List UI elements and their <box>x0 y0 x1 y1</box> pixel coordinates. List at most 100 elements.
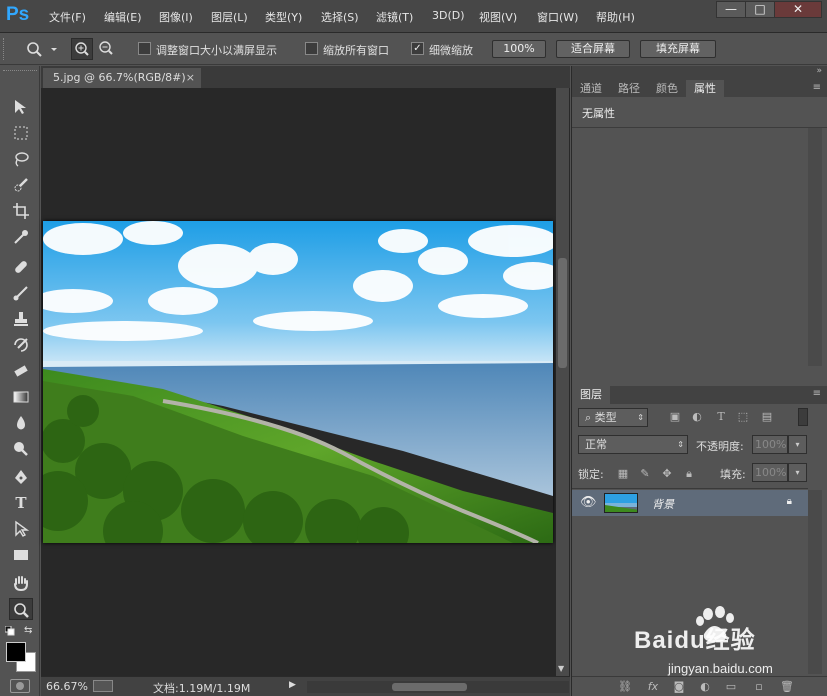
filter-smart-object-icon[interactable]: ▤ <box>760 410 774 424</box>
new-group-icon[interactable]: ▭ <box>724 680 738 694</box>
filter-adjustment-icon[interactable]: ◐ <box>690 410 704 424</box>
layer-row[interactable]: 👁︎ 背景 🔒︎ <box>572 490 808 516</box>
menu-window[interactable]: 窗口(W) <box>537 9 578 25</box>
zoom-tool-icon[interactable] <box>9 598 33 620</box>
fit-screen-button[interactable]: 适合屏幕 <box>556 40 630 58</box>
eraser-tool-icon[interactable] <box>9 360 33 382</box>
blur-tool-icon[interactable] <box>9 412 33 434</box>
document-tab[interactable]: 5.jpg @ 66.7%(RGB/8#) × <box>43 68 201 88</box>
new-layer-icon[interactable]: ▫ <box>752 680 766 694</box>
healing-brush-tool-icon[interactable] <box>9 256 33 278</box>
scroll-down-icon[interactable]: ▼ <box>558 664 568 674</box>
tab-properties[interactable]: 属性 <box>686 80 724 97</box>
close-button[interactable]: ✕ <box>774 1 822 18</box>
pen-tool-icon[interactable] <box>9 466 33 488</box>
minimize-button[interactable]: — <box>716 1 746 18</box>
menu-image[interactable]: 图像(I) <box>159 9 193 25</box>
zoom-in-button[interactable] <box>71 38 93 60</box>
properties-scrollbar[interactable] <box>808 128 822 366</box>
type-tool-icon[interactable]: T <box>9 492 33 514</box>
menu-view[interactable]: 视图(V) <box>479 9 517 25</box>
layer-style-icon[interactable]: fx <box>646 680 660 694</box>
vertical-scrollbar-thumb[interactable] <box>558 258 567 368</box>
fill-dropdown-icon[interactable]: ▾ <box>788 463 807 482</box>
vertical-scrollbar[interactable] <box>556 88 569 676</box>
filter-shape-icon[interactable]: ⬚ <box>736 410 750 424</box>
properties-menu-icon[interactable]: ≡ <box>813 82 821 93</box>
visibility-eye-icon[interactable]: 👁︎ <box>580 495 597 510</box>
fill-input[interactable]: 100% <box>752 463 788 482</box>
crop-tool-icon[interactable] <box>9 200 33 222</box>
lock-position-icon[interactable]: ✥ <box>660 467 674 481</box>
quick-mask-icon[interactable] <box>10 679 30 693</box>
horizontal-scrollbar-thumb[interactable] <box>392 683 467 691</box>
layer-filter-kind-select[interactable]: ⌕ 类型 ⇕ <box>578 408 648 427</box>
eyedropper-tool-icon[interactable] <box>9 226 33 248</box>
history-brush-tool-icon[interactable] <box>9 334 33 356</box>
clone-stamp-tool-icon[interactable] <box>9 308 33 330</box>
document-tab-title: 5.jpg @ 66.7%(RGB/8#) <box>53 71 186 84</box>
zoom-level[interactable]: 66.67% <box>46 680 88 693</box>
collapse-panels-icon[interactable]: » <box>816 66 822 76</box>
menu-help[interactable]: 帮助(H) <box>596 9 635 25</box>
fill-screen-button[interactable]: 填充屏幕 <box>640 40 716 58</box>
filter-type-icon[interactable]: T <box>714 410 728 424</box>
blend-mode-select[interactable]: 正常 ⇕ <box>578 435 688 454</box>
filter-pixel-icon[interactable]: ▣ <box>668 410 682 424</box>
new-adjustment-layer-icon[interactable]: ◐ <box>698 680 712 694</box>
layer-mask-icon[interactable]: ◙ <box>672 680 686 694</box>
move-tool-icon[interactable] <box>9 96 33 118</box>
search-icon: ⌕ <box>585 411 592 424</box>
link-layers-icon[interactable]: ⛓︎ <box>618 680 632 694</box>
lock-all-icon[interactable]: 🔒︎ <box>682 467 696 481</box>
foreground-color-swatch[interactable] <box>6 642 26 662</box>
horizontal-scrollbar[interactable] <box>307 681 569 693</box>
default-colors-icon[interactable] <box>4 625 15 636</box>
baidu-brand-text: Baidu经验 <box>634 627 756 654</box>
menu-select[interactable]: 选择(S) <box>321 9 359 25</box>
layers-menu-icon[interactable]: ≡ <box>813 388 821 399</box>
menu-edit[interactable]: 编辑(E) <box>104 9 142 25</box>
rectangle-tool-icon[interactable] <box>9 544 33 566</box>
path-selection-tool-icon[interactable] <box>9 518 33 540</box>
menu-file[interactable]: 文件(F) <box>49 9 86 25</box>
filter-toggle-switch[interactable] <box>798 408 808 426</box>
layer-name[interactable]: 背景 <box>652 496 674 512</box>
status-menu-arrow-icon[interactable]: ▶ <box>289 680 296 690</box>
zoom-all-windows-checkbox[interactable] <box>305 42 318 55</box>
scrubby-zoom-checkbox[interactable]: ✓ <box>411 42 424 55</box>
tool-preset-picker[interactable] <box>24 39 64 59</box>
menu-filter[interactable]: 滤镜(T) <box>376 9 413 25</box>
brush-tool-icon[interactable] <box>9 282 33 304</box>
opacity-dropdown-icon[interactable]: ▾ <box>788 435 807 454</box>
lock-label: 锁定: <box>578 468 604 481</box>
canvas-image[interactable] <box>28 221 563 561</box>
properties-header: 无属性 <box>572 97 827 128</box>
resize-windows-checkbox[interactable] <box>138 42 151 55</box>
tab-color[interactable]: 颜色 <box>648 80 686 97</box>
actual-pixels-button[interactable]: 100% <box>492 40 546 58</box>
zoom-out-button[interactable] <box>96 38 118 60</box>
swap-colors-icon[interactable]: ⇆ <box>24 625 36 637</box>
status-preview-icon[interactable] <box>93 680 113 692</box>
menu-type[interactable]: 类型(Y) <box>265 9 302 25</box>
quick-selection-tool-icon[interactable] <box>9 174 33 196</box>
menu-layer[interactable]: 图层(L) <box>211 9 248 25</box>
lock-transparent-icon[interactable]: ▦ <box>616 467 630 481</box>
gradient-tool-icon[interactable] <box>9 386 33 408</box>
opacity-input[interactable]: 100% <box>752 435 788 454</box>
dodge-tool-icon[interactable] <box>9 438 33 460</box>
close-document-icon[interactable]: × <box>186 68 195 87</box>
menu-3d[interactable]: 3D(D) <box>432 9 465 22</box>
delete-layer-icon[interactable]: 🗑︎ <box>780 680 794 694</box>
maximize-button[interactable]: □ <box>745 1 775 18</box>
tab-layers[interactable]: 图层 <box>572 386 610 404</box>
layers-scrollbar[interactable] <box>808 490 822 674</box>
tab-paths[interactable]: 路径 <box>610 80 648 97</box>
lasso-tool-icon[interactable] <box>9 148 33 170</box>
hand-tool-icon[interactable] <box>9 572 33 594</box>
tab-channels[interactable]: 通道 <box>572 80 610 97</box>
lock-pixels-icon[interactable]: ✎ <box>638 467 652 481</box>
layers-divider <box>572 488 808 489</box>
marquee-tool-icon[interactable] <box>9 122 33 144</box>
